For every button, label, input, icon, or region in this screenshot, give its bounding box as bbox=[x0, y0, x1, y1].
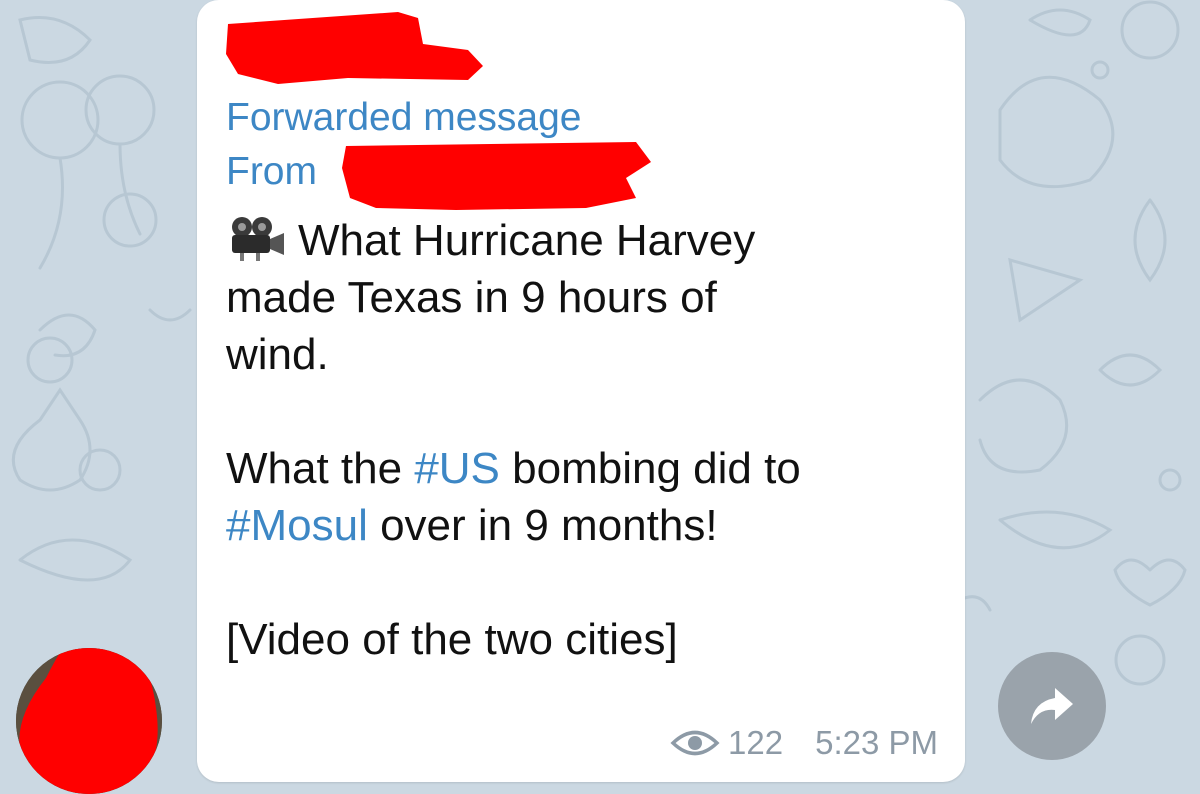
message-line-1: What Hurricane Harvey bbox=[226, 212, 946, 269]
message-line-4-post: bombing did to bbox=[499, 444, 801, 493]
forwarded-from-label[interactable]: From bbox=[226, 149, 317, 195]
share-button[interactable] bbox=[998, 652, 1106, 760]
message-line-2: made Texas in 9 hours of bbox=[226, 273, 717, 322]
share-arrow-icon bbox=[1031, 688, 1073, 724]
view-count: 122 bbox=[728, 724, 784, 761]
forwarded-message-label: Forwarded message bbox=[226, 96, 582, 139]
paragraph-gap-2 bbox=[226, 554, 946, 611]
redacted-forward-source bbox=[342, 142, 651, 210]
redacted-sender-name bbox=[226, 12, 483, 84]
message-line-6: [Video of the two cities] bbox=[226, 615, 678, 664]
message-line-1-text: What Hurricane Harvey bbox=[298, 216, 756, 265]
message-line-4: What the #US bombing did to bbox=[226, 440, 946, 497]
message-time: 5:23 PM bbox=[815, 724, 938, 761]
hashtag-mosul-link[interactable]: #Mosul bbox=[226, 501, 368, 550]
sender-avatar[interactable] bbox=[16, 648, 162, 794]
message-text: What Hurricane Harvey made Texas in 9 ho… bbox=[226, 212, 946, 668]
message-meta: 122 5:23 PM bbox=[670, 724, 938, 762]
forwarded-from-prefix: From bbox=[226, 150, 317, 193]
video-camera-icon bbox=[232, 217, 284, 261]
message-line-5: #Mosul over in 9 months! bbox=[226, 497, 946, 554]
hashtag-us-link[interactable]: #US bbox=[414, 444, 500, 493]
message-line-5-post: over in 9 months! bbox=[367, 501, 718, 550]
avatar-redaction-mark bbox=[16, 648, 162, 794]
message-line-4-pre: What the bbox=[226, 444, 415, 493]
message-line-3: wind. bbox=[226, 330, 329, 379]
eye-icon bbox=[670, 730, 720, 756]
